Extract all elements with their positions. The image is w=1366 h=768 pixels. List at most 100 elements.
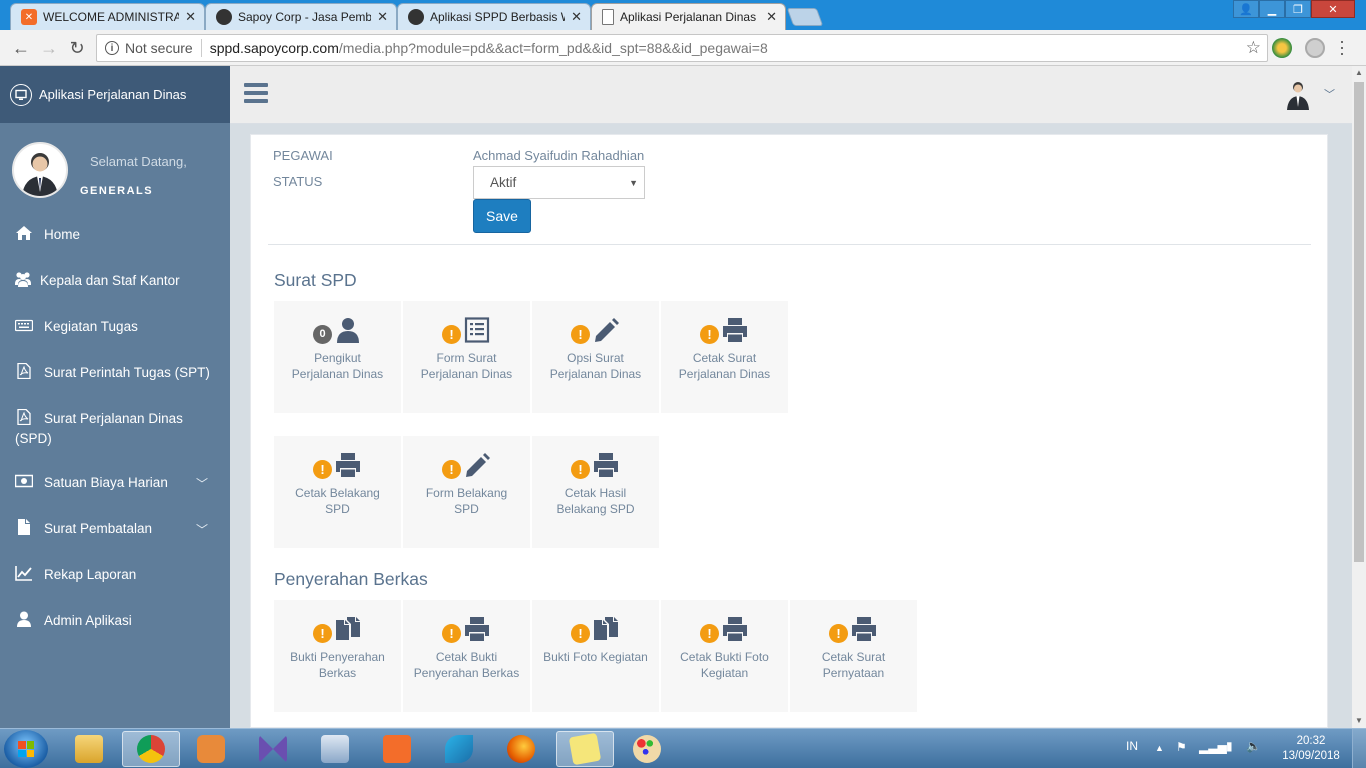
warning-badge: ! xyxy=(571,459,590,479)
username: GENERALS xyxy=(80,185,154,197)
xampp-icon: ✕ xyxy=(21,9,37,25)
minimize-button[interactable]: ▁ xyxy=(1259,0,1285,18)
tile-label: Bukti Foto Kegiatan xyxy=(543,650,648,664)
new-tab-button[interactable] xyxy=(786,8,824,26)
taskbar-visual-studio[interactable] xyxy=(244,731,302,767)
content-panel: PEGAWAI Achmad Syaifudin Rahadhian STATU… xyxy=(250,134,1328,728)
paint-icon xyxy=(633,735,661,763)
tile-cetak-hasil[interactable]: ! Cetak Hasil Belakang SPD xyxy=(532,436,659,548)
browser-tab-2[interactable]: Sapoy Corp - Jasa Pembuatan ✕ xyxy=(205,3,397,30)
system-clock[interactable]: 20:32 13/09/2018 xyxy=(1280,734,1342,764)
tile-cetak-surat[interactable]: ! Cetak Surat Perjalanan Dinas xyxy=(661,301,788,413)
taskbar-sticky-notes[interactable] xyxy=(556,731,614,767)
browser-menu-icon[interactable]: · · · xyxy=(1338,32,1346,62)
taskbar-remote-desktop[interactable] xyxy=(306,731,364,767)
menu-toggle-icon[interactable] xyxy=(244,83,268,107)
globe-extension-icon[interactable] xyxy=(1305,38,1325,58)
windows-logo-icon xyxy=(18,741,34,757)
sidebar-item-spt[interactable]: Surat Perintah Tugas (SPT) xyxy=(0,351,230,397)
scrollbar-thumb[interactable] xyxy=(1354,82,1364,562)
file-pdf-icon xyxy=(15,408,37,430)
tile-cetak-surat-pernyataan[interactable]: ! Cetak Surat Pernyataan xyxy=(790,600,917,712)
scroll-up-arrow-icon[interactable]: ▲ xyxy=(1355,68,1363,77)
sidebar-item-satuan-biaya[interactable]: Satuan Biaya Harian ﹀ xyxy=(0,461,230,507)
sidebar-item-kepala-staf[interactable]: Kepala dan Staf Kantor xyxy=(0,259,230,305)
forward-button[interactable]: → xyxy=(38,37,60,59)
sidebar-item-label: Rekap Laporan xyxy=(44,567,137,583)
start-button[interactable] xyxy=(4,730,48,768)
extension-icon[interactable] xyxy=(1272,38,1292,58)
close-window-button[interactable]: ✕ xyxy=(1311,0,1355,18)
back-button[interactable]: ← xyxy=(10,37,32,59)
reload-button[interactable]: ↻ xyxy=(66,37,88,59)
browser-tab-1[interactable]: ✕ WELCOME ADMINISTRATOR ✕ xyxy=(10,3,205,30)
volume-icon[interactable]: 🔈 xyxy=(1246,739,1261,753)
sidebar-item-spd[interactable]: Surat Perjalanan Dinas (SPD) xyxy=(0,397,230,461)
taskbar-media-player[interactable] xyxy=(182,731,240,767)
avatar xyxy=(12,142,68,198)
chevron-down-icon[interactable]: ﹀ xyxy=(196,521,208,539)
sidebar-item-surat-pembatalan[interactable]: Surat Pembatalan ﹀ xyxy=(0,507,230,553)
taskbar-firefox[interactable] xyxy=(492,731,550,767)
tile-label: Form Belakang SPD xyxy=(425,486,508,516)
tile-label: Cetak Bukti Foto Kegiatan xyxy=(680,650,769,680)
scroll-down-arrow-icon[interactable]: ▼ xyxy=(1355,716,1363,725)
tile-pengikut[interactable]: 0 Pengikut Perjalanan Dinas xyxy=(274,301,401,413)
profile-box: Selamat Datang, GENERALS xyxy=(0,123,230,213)
browser-tab-4-active[interactable]: Aplikasi Perjalanan Dinas ✕ xyxy=(591,3,786,30)
clock-date: 13/09/2018 xyxy=(1282,750,1340,762)
tile-label: Cetak Bukti Penyerahan Berkas xyxy=(413,650,520,680)
tile-cetak-bukti-penyerahan[interactable]: ! Cetak Bukti Penyerahan Berkas xyxy=(403,600,530,712)
section-title-penyerahan: Penyerahan Berkas xyxy=(274,569,428,589)
window-controls: 👤 ▁ ❐ ✕ xyxy=(1233,0,1355,18)
tile-form-surat[interactable]: ! Form Surat Perjalanan Dinas xyxy=(403,301,530,413)
sidebar-item-kegiatan[interactable]: Kegiatan Tugas xyxy=(0,305,230,351)
user-profile-icon[interactable]: 👤 xyxy=(1233,0,1259,18)
status-select[interactable]: Aktif ▼ xyxy=(473,166,645,199)
close-tab-icon[interactable]: ✕ xyxy=(571,9,582,25)
taskbar-paint[interactable] xyxy=(618,731,676,767)
taskbar-explorer[interactable] xyxy=(60,731,118,767)
folder-icon xyxy=(75,735,103,763)
tile-bukti-foto[interactable]: ! Bukti Foto Kegiatan xyxy=(532,600,659,712)
maximize-button[interactable]: ❐ xyxy=(1285,0,1311,18)
browser-tab-3[interactable]: Aplikasi SPPD Berbasis Web ✕ xyxy=(397,3,591,30)
sidebar-item-admin[interactable]: Admin Aplikasi xyxy=(0,599,230,645)
language-indicator[interactable]: IN xyxy=(1126,739,1138,753)
chrome-icon xyxy=(137,735,165,763)
save-button[interactable]: Save xyxy=(473,199,531,233)
sidebar-item-rekap[interactable]: Rekap Laporan xyxy=(0,553,230,599)
media-player-icon xyxy=(197,735,225,763)
url-input[interactable]: i Not secure sppd.sapoycorp.com/media.ph… xyxy=(96,34,1268,62)
info-icon[interactable]: i xyxy=(105,41,119,55)
close-tab-icon[interactable]: ✕ xyxy=(377,9,388,25)
close-tab-icon[interactable]: ✕ xyxy=(185,9,196,25)
tray-expand-icon[interactable]: ▲ xyxy=(1155,743,1164,753)
sidebar-brand[interactable]: Aplikasi Perjalanan Dinas xyxy=(0,66,230,123)
network-signal-icon[interactable]: ▂▃▅ xyxy=(1199,740,1227,754)
printer-icon xyxy=(723,318,747,342)
file-icon xyxy=(15,519,37,540)
warning-badge: ! xyxy=(700,324,719,344)
chevron-down-icon[interactable]: ﹀ xyxy=(1324,86,1335,102)
chevron-down-icon[interactable]: ﹀ xyxy=(196,475,208,493)
show-desktop-button[interactable] xyxy=(1352,729,1366,768)
tile-cetak-bukti-foto[interactable]: ! Cetak Bukti Foto Kegiatan xyxy=(661,600,788,712)
tile-form-belakang[interactable]: ! Form Belakang SPD xyxy=(403,436,530,548)
pegawai-label: PEGAWAI xyxy=(273,148,333,163)
url-host: sppd.sapoycorp.com xyxy=(209,40,339,56)
user-avatar-icon[interactable] xyxy=(1286,80,1310,110)
action-center-flag-icon[interactable]: ⚑ xyxy=(1176,740,1187,754)
divider xyxy=(268,244,1311,245)
page-scrollbar[interactable]: ▲ ▼ xyxy=(1352,66,1366,728)
taskbar-feather-app[interactable] xyxy=(430,731,488,767)
taskbar-xampp[interactable] xyxy=(368,731,426,767)
bookmark-star-icon[interactable]: ☆ xyxy=(1246,38,1261,58)
tile-cetak-belakang[interactable]: ! Cetak Belakang SPD xyxy=(274,436,401,548)
tile-opsi-surat[interactable]: ! Opsi Surat Perjalanan Dinas xyxy=(532,301,659,413)
close-tab-icon[interactable]: ✕ xyxy=(766,9,777,25)
tile-bukti-penyerahan[interactable]: ! Bukti Penyerahan Berkas xyxy=(274,600,401,712)
sidebar-item-home[interactable]: Home xyxy=(0,213,230,259)
battery-icon[interactable]: ▮ xyxy=(1226,739,1233,753)
taskbar-chrome[interactable] xyxy=(122,731,180,767)
